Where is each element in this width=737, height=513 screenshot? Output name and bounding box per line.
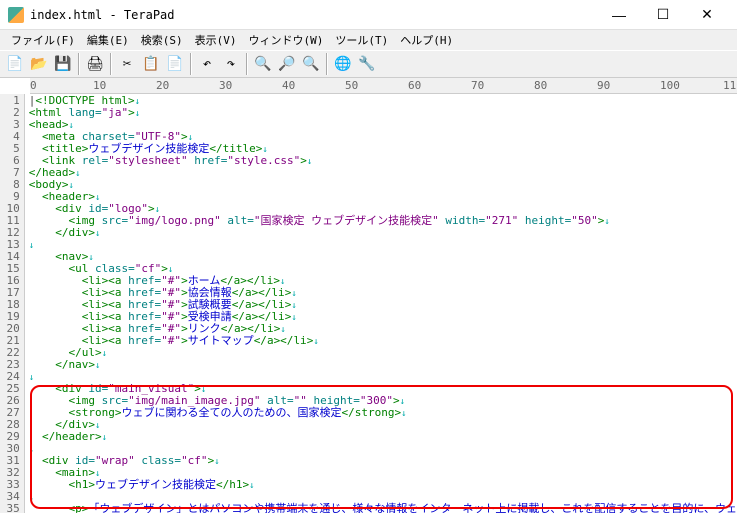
code-line[interactable]: </div>↓ <box>29 419 737 431</box>
ruler-mark: 60 <box>408 79 421 92</box>
ruler-mark: 80 <box>534 79 547 92</box>
save-icon[interactable]: 💾 <box>52 53 74 75</box>
menu-help[interactable]: ヘルプ(H) <box>395 30 458 50</box>
ruler-mark: 100 <box>660 79 680 92</box>
ruler-mark: 30 <box>219 79 232 92</box>
find-icon[interactable]: 🔍 <box>252 53 274 75</box>
line-gutter: 1234567891011121314151617181920212223242… <box>0 94 25 513</box>
separator <box>326 53 328 75</box>
ruler-mark: 20 <box>156 79 169 92</box>
code-line[interactable]: <link rel="stylesheet" href="style.css">… <box>29 155 737 167</box>
findnext-icon[interactable]: 🔎 <box>276 53 298 75</box>
redo-icon[interactable]: ↷ <box>220 53 242 75</box>
code-line[interactable]: </head>↓ <box>29 167 737 179</box>
ruler-mark: 50 <box>345 79 358 92</box>
code-line[interactable]: </nav>↓ <box>29 359 737 371</box>
separator <box>110 53 112 75</box>
ruler-mark: 90 <box>597 79 610 92</box>
minimize-button[interactable]: — <box>597 1 641 29</box>
titlebar: index.html - TeraPad — ☐ ✕ <box>0 0 737 30</box>
code-line[interactable]: <p>「ウェブデザイン」とはパソコンや携帯端末を通じ、様々な情報をインターネット… <box>29 503 737 513</box>
code-line[interactable]: <li><a href="#">サイトマップ</a></li>↓ <box>29 335 737 347</box>
ruler-mark: 110 <box>723 79 737 92</box>
code-line[interactable]: </ul>↓ <box>29 347 737 359</box>
toolbar: 📄 📂 💾 🖨 ✂ 📋 📄 ↶ ↷ 🔍 🔎 🔍 🌐 🔧 <box>0 50 737 78</box>
ruler: 0 10 20 30 40 50 60 70 80 90 100 110 <box>30 78 737 94</box>
separator <box>246 53 248 75</box>
menu-search[interactable]: 検索(S) <box>136 30 188 50</box>
close-button[interactable]: ✕ <box>685 1 729 29</box>
open-icon[interactable]: 📂 <box>28 53 50 75</box>
menu-tool[interactable]: ツール(T) <box>330 30 393 50</box>
window-title: index.html - TeraPad <box>30 8 597 22</box>
code-line[interactable]: <strong>ウェブに関わる全ての人のための、国家検定</strong>↓ <box>29 407 737 419</box>
code-line[interactable]: <h1>ウェブデザイン技能検定</h1>↓ <box>29 479 737 491</box>
menubar: ファイル(F) 編集(E) 検索(S) 表示(V) ウィンドウ(W) ツール(T… <box>0 30 737 50</box>
code-line[interactable]: </div>↓ <box>29 227 737 239</box>
menu-view[interactable]: 表示(V) <box>190 30 242 50</box>
menu-window[interactable]: ウィンドウ(W) <box>244 30 329 50</box>
code-line[interactable]: <div id="wrap" class="cf">↓ <box>29 455 737 467</box>
code-line[interactable]: </header>↓ <box>29 431 737 443</box>
maximize-button[interactable]: ☐ <box>641 1 685 29</box>
tool-icon[interactable]: 🔧 <box>356 53 378 75</box>
code-line[interactable]: <img src="img/logo.png" alt="国家検定 ウェブデザイ… <box>29 215 737 227</box>
code-line[interactable]: <body>↓ <box>29 179 737 191</box>
line-number: 35 <box>0 503 20 513</box>
code-line[interactable]: ↓ <box>29 239 737 251</box>
ruler-mark: 70 <box>471 79 484 92</box>
ruler-mark: 40 <box>282 79 295 92</box>
ruler-mark: 0 <box>30 79 37 92</box>
replace-icon[interactable]: 🔍 <box>300 53 322 75</box>
new-icon[interactable]: 📄 <box>4 53 26 75</box>
code-area[interactable]: |<!DOCTYPE html>↓<html lang="ja">↓<head>… <box>25 94 737 513</box>
menu-file[interactable]: ファイル(F) <box>6 30 80 50</box>
cut-icon[interactable]: ✂ <box>116 53 138 75</box>
web-icon[interactable]: 🌐 <box>332 53 354 75</box>
ruler-mark: 10 <box>93 79 106 92</box>
menu-edit[interactable]: 編集(E) <box>82 30 134 50</box>
print-icon[interactable]: 🖨 <box>84 53 106 75</box>
app-icon <box>8 7 24 23</box>
copy-icon[interactable]: 📋 <box>140 53 162 75</box>
undo-icon[interactable]: ↶ <box>196 53 218 75</box>
separator <box>78 53 80 75</box>
code-line[interactable]: <html lang="ja">↓ <box>29 107 737 119</box>
editor: 1234567891011121314151617181920212223242… <box>0 94 737 513</box>
separator <box>190 53 192 75</box>
paste-icon[interactable]: 📄 <box>164 53 186 75</box>
